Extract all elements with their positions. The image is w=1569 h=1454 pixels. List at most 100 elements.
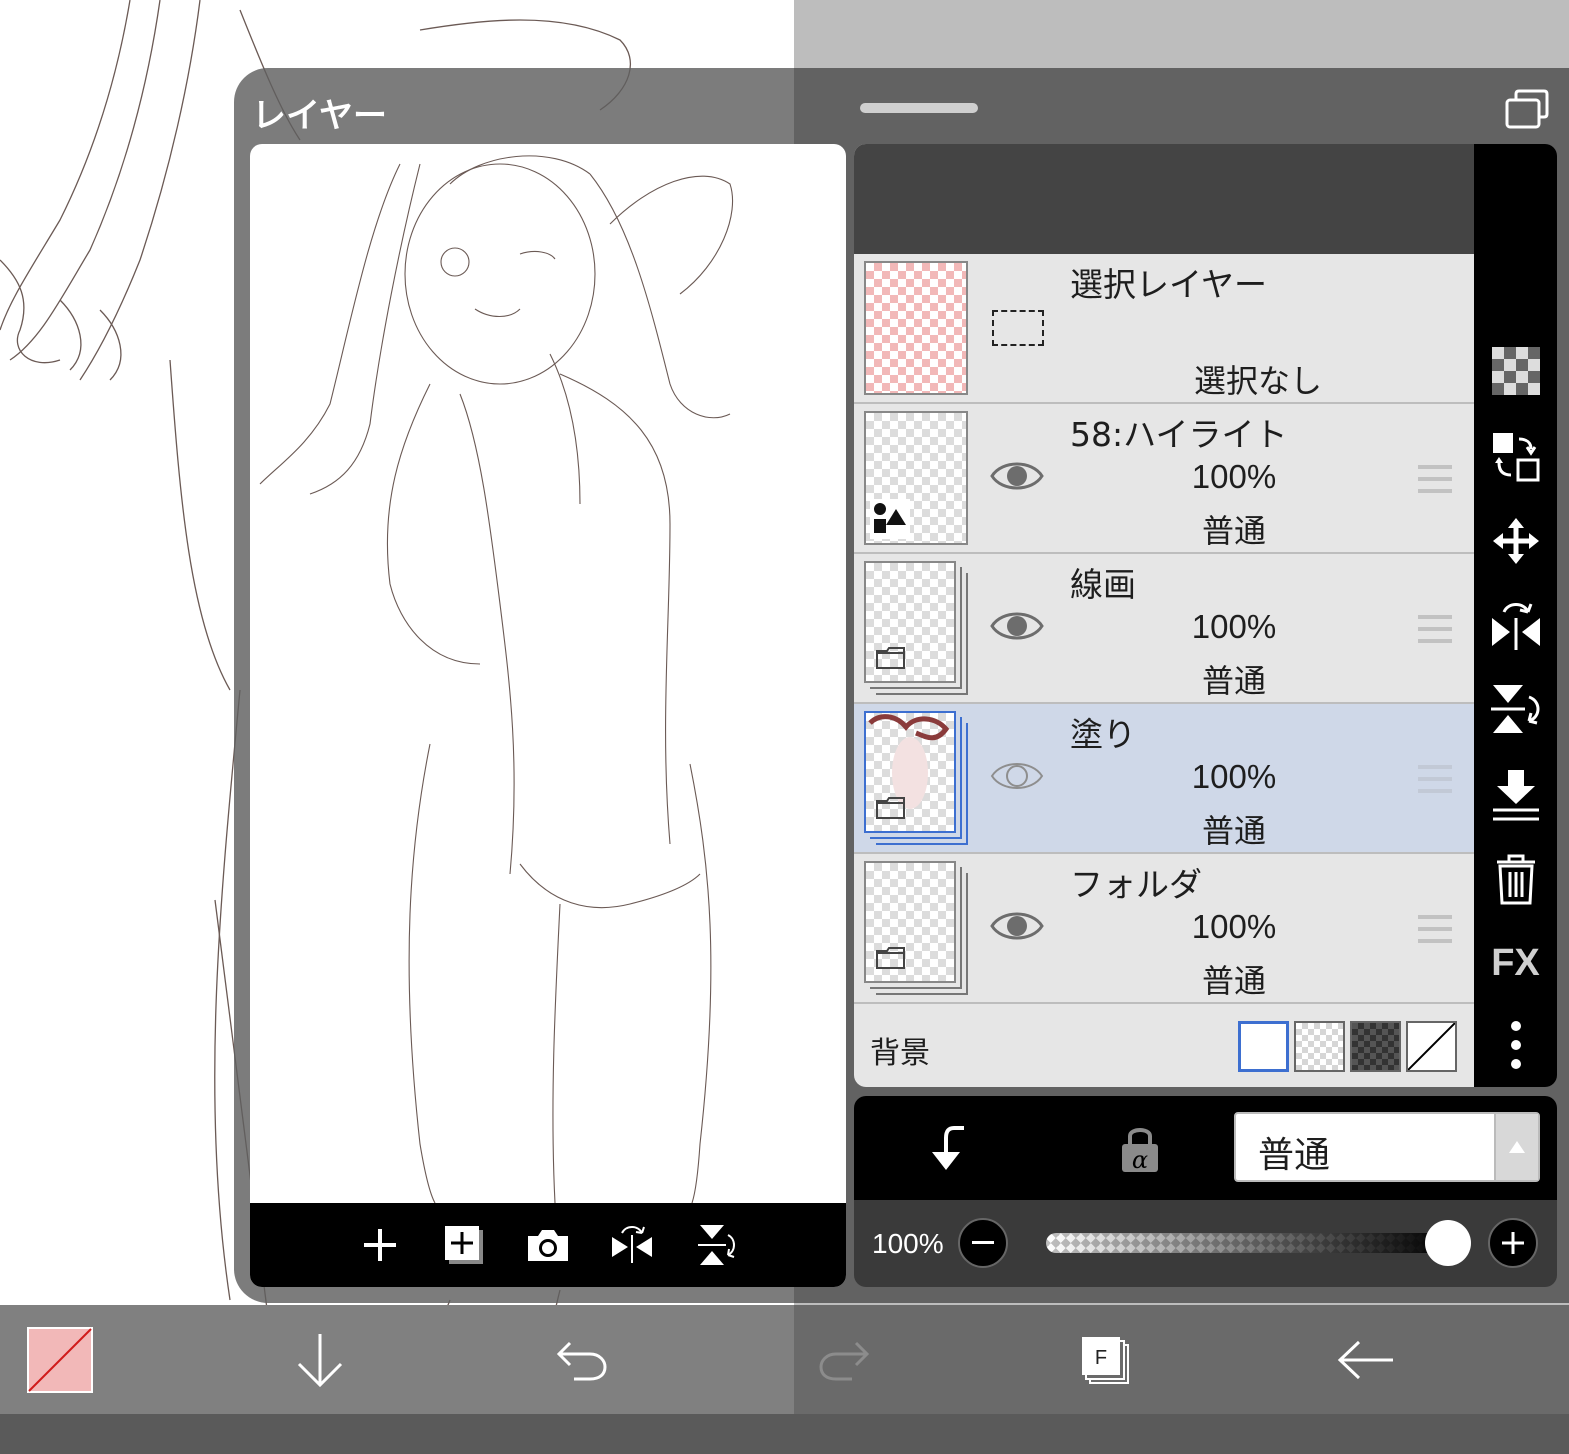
layer-row-selection[interactable]: 選択レイヤー 選択なし: [854, 254, 1474, 404]
layer-name: 選択レイヤー: [1070, 265, 1268, 304]
layers-list: 選択レイヤー 選択なし 58:ハイライト 100% 普通 線画 100% 普通 …: [854, 144, 1474, 1087]
layer-tools-column: FX: [1474, 144, 1557, 1087]
layer-opacity: 100%: [1191, 608, 1277, 645]
visibility-eye-icon[interactable]: [990, 756, 1044, 796]
swap-layers-button[interactable]: [1474, 422, 1557, 492]
blend-mode-dropdown-arrow[interactable]: [1494, 1114, 1538, 1180]
opacity-decrease-button[interactable]: [958, 1218, 1008, 1268]
flip-vertical-icon: [698, 1225, 735, 1265]
layer-name: 58:ハイライト: [1070, 415, 1288, 454]
preview-toolbar: [250, 1203, 846, 1287]
layer-opacity: 100%: [1191, 758, 1277, 795]
transparency-button[interactable]: [1474, 336, 1557, 406]
flip-vertical-icon: [1490, 685, 1539, 733]
drag-grip-icon[interactable]: [1416, 614, 1454, 644]
layer-thumbnail: [864, 561, 956, 683]
add-layer-icon: [364, 1229, 396, 1261]
layer-blend-mode: 普通: [1201, 662, 1266, 700]
visibility-eye-icon[interactable]: [990, 456, 1044, 496]
move-button[interactable]: [1474, 506, 1557, 576]
layers-list-header: [854, 144, 1474, 254]
clipping-icon: [932, 1126, 964, 1170]
layer-opacity: 100%: [1191, 908, 1277, 945]
layers-badge-letter: F: [1095, 1347, 1107, 1369]
plus-icon: [1502, 1232, 1524, 1254]
undo-button[interactable]: [522, 1305, 642, 1414]
panel-title: レイヤー: [252, 97, 387, 135]
visibility-eye-icon[interactable]: [990, 606, 1044, 646]
background-checker-dark-option[interactable]: [1350, 1021, 1401, 1072]
layer-row[interactable]: 線画 100% 普通: [854, 554, 1474, 704]
transparency-icon: [1491, 347, 1540, 395]
arrow-down-icon: [297, 1333, 343, 1387]
layer-row-selected[interactable]: 塗り 100% 普通: [854, 704, 1474, 854]
redo-button[interactable]: [784, 1305, 904, 1414]
layer-thumbnail: [864, 861, 956, 983]
opacity-slider[interactable]: [1046, 1233, 1448, 1253]
background-none-icon: [1407, 1022, 1456, 1071]
undo-icon: [556, 1341, 607, 1380]
add-layer-copy-button[interactable]: [436, 1217, 492, 1273]
swap-icon: [1492, 433, 1539, 482]
fx-button[interactable]: FX: [1474, 928, 1557, 998]
opacity-increase-button[interactable]: [1488, 1218, 1538, 1268]
blend-mode-bar: α 普通: [854, 1096, 1557, 1200]
opacity-slider-knob[interactable]: [1425, 1220, 1471, 1266]
folder-icon: [876, 947, 905, 969]
layer-name: 線画: [1070, 565, 1136, 604]
drag-grip-icon[interactable]: [1416, 914, 1454, 944]
merge-down-icon: [1492, 770, 1539, 821]
layer-row[interactable]: フォルダ 100% 普通: [854, 854, 1474, 1004]
preview-line-art: [259, 155, 734, 1204]
layer-row[interactable]: 58:ハイライト 100% 普通: [854, 404, 1474, 554]
delete-layer-button[interactable]: [1474, 844, 1557, 914]
merge-down-button[interactable]: [1474, 760, 1557, 830]
camera-button[interactable]: [520, 1217, 576, 1273]
color-swatch[interactable]: [0, 1305, 120, 1414]
alpha-lock-icon: α: [1122, 1128, 1158, 1174]
back-button[interactable]: [1306, 1305, 1426, 1414]
layers-icon: F: [1082, 1336, 1129, 1384]
arrow-down-button[interactable]: [260, 1305, 380, 1414]
window-icon: [1505, 89, 1549, 129]
blend-mode-select[interactable]: 普通: [1234, 1112, 1540, 1182]
color-swatch-icon: [27, 1326, 93, 1393]
background-white-option[interactable]: [1238, 1021, 1289, 1072]
layers-button[interactable]: F: [1046, 1305, 1166, 1414]
selection-rect-icon: [992, 310, 1044, 346]
redo-icon: [819, 1341, 870, 1380]
layer-opacity: 100%: [1191, 458, 1277, 495]
alpha-lock-button[interactable]: α: [1110, 1118, 1170, 1178]
folder-icon: [876, 647, 905, 669]
background-label: 背景: [870, 1036, 930, 1071]
preview-flip-vertical-button[interactable]: [688, 1217, 744, 1273]
background-checker-light-option[interactable]: [1294, 1021, 1345, 1072]
bottom-toolbar: F: [0, 1305, 1569, 1414]
layer-thumbnail: [864, 261, 968, 395]
folder-icon: [876, 797, 905, 819]
svg-text:α: α: [1132, 1146, 1148, 1174]
window-mode-button[interactable]: [1504, 88, 1550, 130]
drag-grip-icon[interactable]: [1416, 464, 1454, 494]
clipping-button[interactable]: [920, 1118, 980, 1178]
blend-mode-value: 普通: [1258, 1135, 1331, 1176]
background-none-option[interactable]: [1406, 1021, 1457, 1072]
flip-horizontal-icon: [1491, 603, 1540, 650]
layer-name: フォルダ: [1070, 865, 1202, 904]
selection-status: 選択なし: [1194, 362, 1323, 400]
layer-panel: レイヤー 選択レイヤー 選択なし 58:ハイライト 100% 普通 線画 100…: [234, 68, 1569, 1303]
flip-vertical-button[interactable]: [1474, 674, 1557, 744]
minus-icon: [972, 1241, 994, 1244]
layer-thumbnail: [864, 411, 968, 545]
visibility-eye-icon[interactable]: [990, 906, 1044, 946]
chevron-up-icon: [1509, 1141, 1525, 1153]
background-row: 背景: [854, 1004, 1474, 1087]
flip-horizontal-button[interactable]: [1474, 590, 1557, 660]
add-layer-button[interactable]: [352, 1217, 408, 1273]
back-icon: [1337, 1340, 1393, 1379]
drag-grip-icon[interactable]: [1416, 764, 1454, 794]
panel-drag-handle[interactable]: [860, 103, 978, 113]
preview-flip-horizontal-button[interactable]: [604, 1217, 660, 1273]
layer-blend-mode: 普通: [1201, 812, 1266, 850]
more-button[interactable]: [1474, 1010, 1557, 1080]
